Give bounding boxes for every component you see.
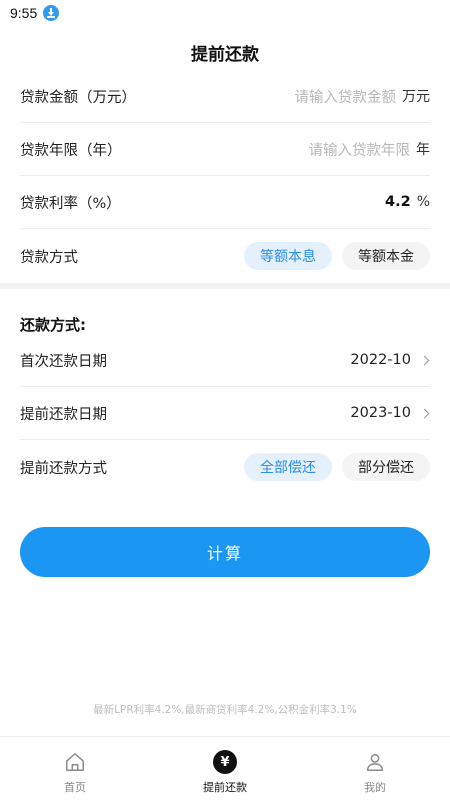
loan-amount-row: 贷款金额（万元） 请输入贷款金额 万元: [20, 70, 430, 123]
download-icon: [43, 5, 60, 21]
loan-amount-label: 贷款金额（万元）: [20, 89, 136, 106]
tab-mine[interactable]: 我的: [300, 737, 450, 800]
prepay-method-label: 提前还款方式: [20, 460, 107, 477]
bottom-tab-bar: 首页 ¥ 提前还款 我的: [0, 736, 450, 800]
loan-method-row: 贷款方式 等额本息 等额本金: [20, 229, 430, 283]
first-repay-date-row[interactable]: 首次还款日期 2022-10: [20, 334, 430, 387]
prepay-date-value: 2023-10: [350, 405, 411, 421]
tab-mine-label: 我的: [364, 781, 386, 794]
loan-years-label: 贷款年限（年）: [20, 142, 122, 159]
home-icon: [62, 749, 88, 775]
equal-principal-button[interactable]: 等额本金: [342, 242, 430, 270]
loan-amount-unit: 万元: [402, 89, 430, 105]
full-repay-button[interactable]: 全部偿还: [244, 453, 332, 481]
loan-amount-input[interactable]: 请输入贷款金额: [295, 86, 397, 107]
prepay-method-options: 全部偿还 部分偿还: [234, 453, 430, 481]
loan-years-row: 贷款年限（年） 请输入贷款年限 年: [20, 123, 430, 176]
first-repay-date-label: 首次还款日期: [20, 353, 107, 370]
loan-years-input[interactable]: 请输入贷款年限: [309, 139, 411, 160]
loan-rate-input[interactable]: 4.2: [385, 194, 411, 210]
calculate-button[interactable]: 计算: [20, 527, 430, 577]
status-time: 9:55: [10, 5, 38, 21]
person-icon: [362, 749, 388, 775]
section-divider: [0, 283, 450, 289]
loan-rate-row: 贷款利率（%） 4.2 %: [20, 176, 430, 229]
loan-amount-field[interactable]: 请输入贷款金额 万元: [295, 86, 431, 107]
equal-installment-button[interactable]: 等额本息: [244, 242, 332, 270]
loan-years-field[interactable]: 请输入贷款年限 年: [309, 139, 431, 160]
first-repay-date-value: 2022-10: [350, 352, 411, 368]
rate-footnote: 最新LPR利率4.2%,最新商贷利率4.2%,公积金利率3.1%: [93, 704, 357, 716]
loan-years-unit: 年: [416, 142, 430, 158]
loan-rate-field[interactable]: 4.2 %: [385, 194, 430, 210]
repay-section-title: 还款方式:: [20, 316, 86, 334]
page-title: 提前还款: [191, 45, 259, 65]
yuan-icon: ¥: [212, 749, 238, 775]
chevron-right-icon: [419, 408, 430, 418]
partial-repay-button[interactable]: 部分偿还: [342, 453, 430, 481]
tab-home[interactable]: 首页: [0, 737, 150, 800]
tab-prepay-label: 提前还款: [203, 781, 247, 794]
loan-method-label: 贷款方式: [20, 249, 78, 266]
tab-home-label: 首页: [64, 781, 86, 794]
prepay-date-label: 提前还款日期: [20, 406, 107, 423]
prepay-method-row: 提前还款方式 全部偿还 部分偿还: [20, 440, 430, 494]
loan-method-options: 等额本息 等额本金: [234, 242, 430, 270]
status-bar: 9:55: [0, 0, 450, 26]
chevron-right-icon: [419, 355, 430, 365]
prepay-date-row[interactable]: 提前还款日期 2023-10: [20, 387, 430, 440]
tab-prepay[interactable]: ¥ 提前还款: [150, 737, 300, 800]
loan-rate-label: 贷款利率（%）: [20, 195, 121, 212]
loan-rate-unit: %: [416, 194, 430, 210]
